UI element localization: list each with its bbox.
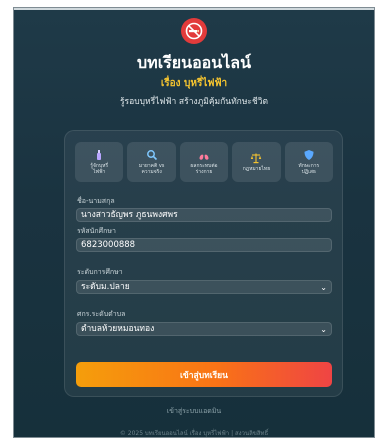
name-field[interactable]: นางสาวธัญพร ภูธนพงศพร xyxy=(76,208,332,222)
student-id-field[interactable]: 6823000888 xyxy=(76,238,332,252)
feature-law: กฎหมายไทย xyxy=(232,142,281,182)
education-level-value: ระดับม.ปลาย xyxy=(81,282,130,292)
district-select[interactable]: ตำบลห้วยหมอนทอง ⌄ xyxy=(76,322,332,336)
chevron-down-icon: ⌄ xyxy=(320,283,327,292)
page-title: บทเรียนออนไลน์ xyxy=(136,53,252,72)
feature-label: กฎหมายไทย xyxy=(242,166,271,172)
student-id-label: รหัสนักศึกษา xyxy=(77,227,116,235)
login-page: บทเรียนออนไลน์ เรื่อง บุหรี่ไฟฟ้า รู้รอบ… xyxy=(13,7,375,438)
enter-lesson-button[interactable]: เข้าสู่บทเรียน xyxy=(76,362,332,387)
name-label: ชื่อ-นามสกุล xyxy=(77,197,115,205)
footer-text: © 2025 บทเรียนออนไลน์ เรื่อง บุหรี่ไฟฟ้า… xyxy=(119,430,269,437)
page-tagline: รู้รอบบุหรี่ไฟฟ้า สร้างภูมิคุ้มกันทักษะช… xyxy=(119,97,269,107)
screenshot-frame: บทเรียนออนไลน์ เรื่อง บุหรี่ไฟฟ้า รู้รอบ… xyxy=(0,0,387,438)
top-divider xyxy=(14,8,374,10)
admin-login-link[interactable]: เข้าสู่ระบบแอดมิน xyxy=(14,406,374,417)
feature-label: รู้จักบุหรี่ ไฟฟ้า xyxy=(90,163,109,175)
feature-label: ผลกระทบต่อ ร่างกาย xyxy=(190,163,218,175)
feature-label: มายาคติ vs ความจริง xyxy=(138,163,165,175)
education-level-select[interactable]: ระดับม.ปลาย ⌄ xyxy=(76,280,332,294)
lungs-icon xyxy=(199,151,209,160)
district-value: ตำบลห้วยหมอนทอง xyxy=(81,324,155,334)
search-icon xyxy=(146,150,157,161)
scales-icon xyxy=(251,153,262,164)
login-card: รู้จักบุหรี่ ไฟฟ้า มายาคติ vs ความจริง ผ… xyxy=(64,130,343,397)
no-smoking-icon xyxy=(181,18,207,44)
feature-list: รู้จักบุหรี่ ไฟฟ้า มายาคติ vs ความจริง ผ… xyxy=(75,142,334,182)
feature-effects: ผลกระทบต่อ ร่างกาย xyxy=(179,142,229,182)
education-level-label: ระดับการศึกษา xyxy=(77,268,123,276)
feature-refusal: ทักษะการ ปฏิเสธ xyxy=(284,142,334,182)
district-label: ศกร.ระดับตำบล xyxy=(77,310,126,318)
chevron-down-icon: ⌄ xyxy=(320,325,327,334)
feature-label: ทักษะการ ปฏิเสธ xyxy=(298,163,320,175)
shield-icon xyxy=(304,150,314,160)
page-subtitle: เรื่อง บุหรี่ไฟฟ้า xyxy=(160,78,228,89)
vape-icon xyxy=(97,150,102,160)
feature-myth: มายาคติ vs ความจริง xyxy=(127,142,176,182)
feature-vape: รู้จักบุหรี่ ไฟฟ้า xyxy=(75,142,124,182)
